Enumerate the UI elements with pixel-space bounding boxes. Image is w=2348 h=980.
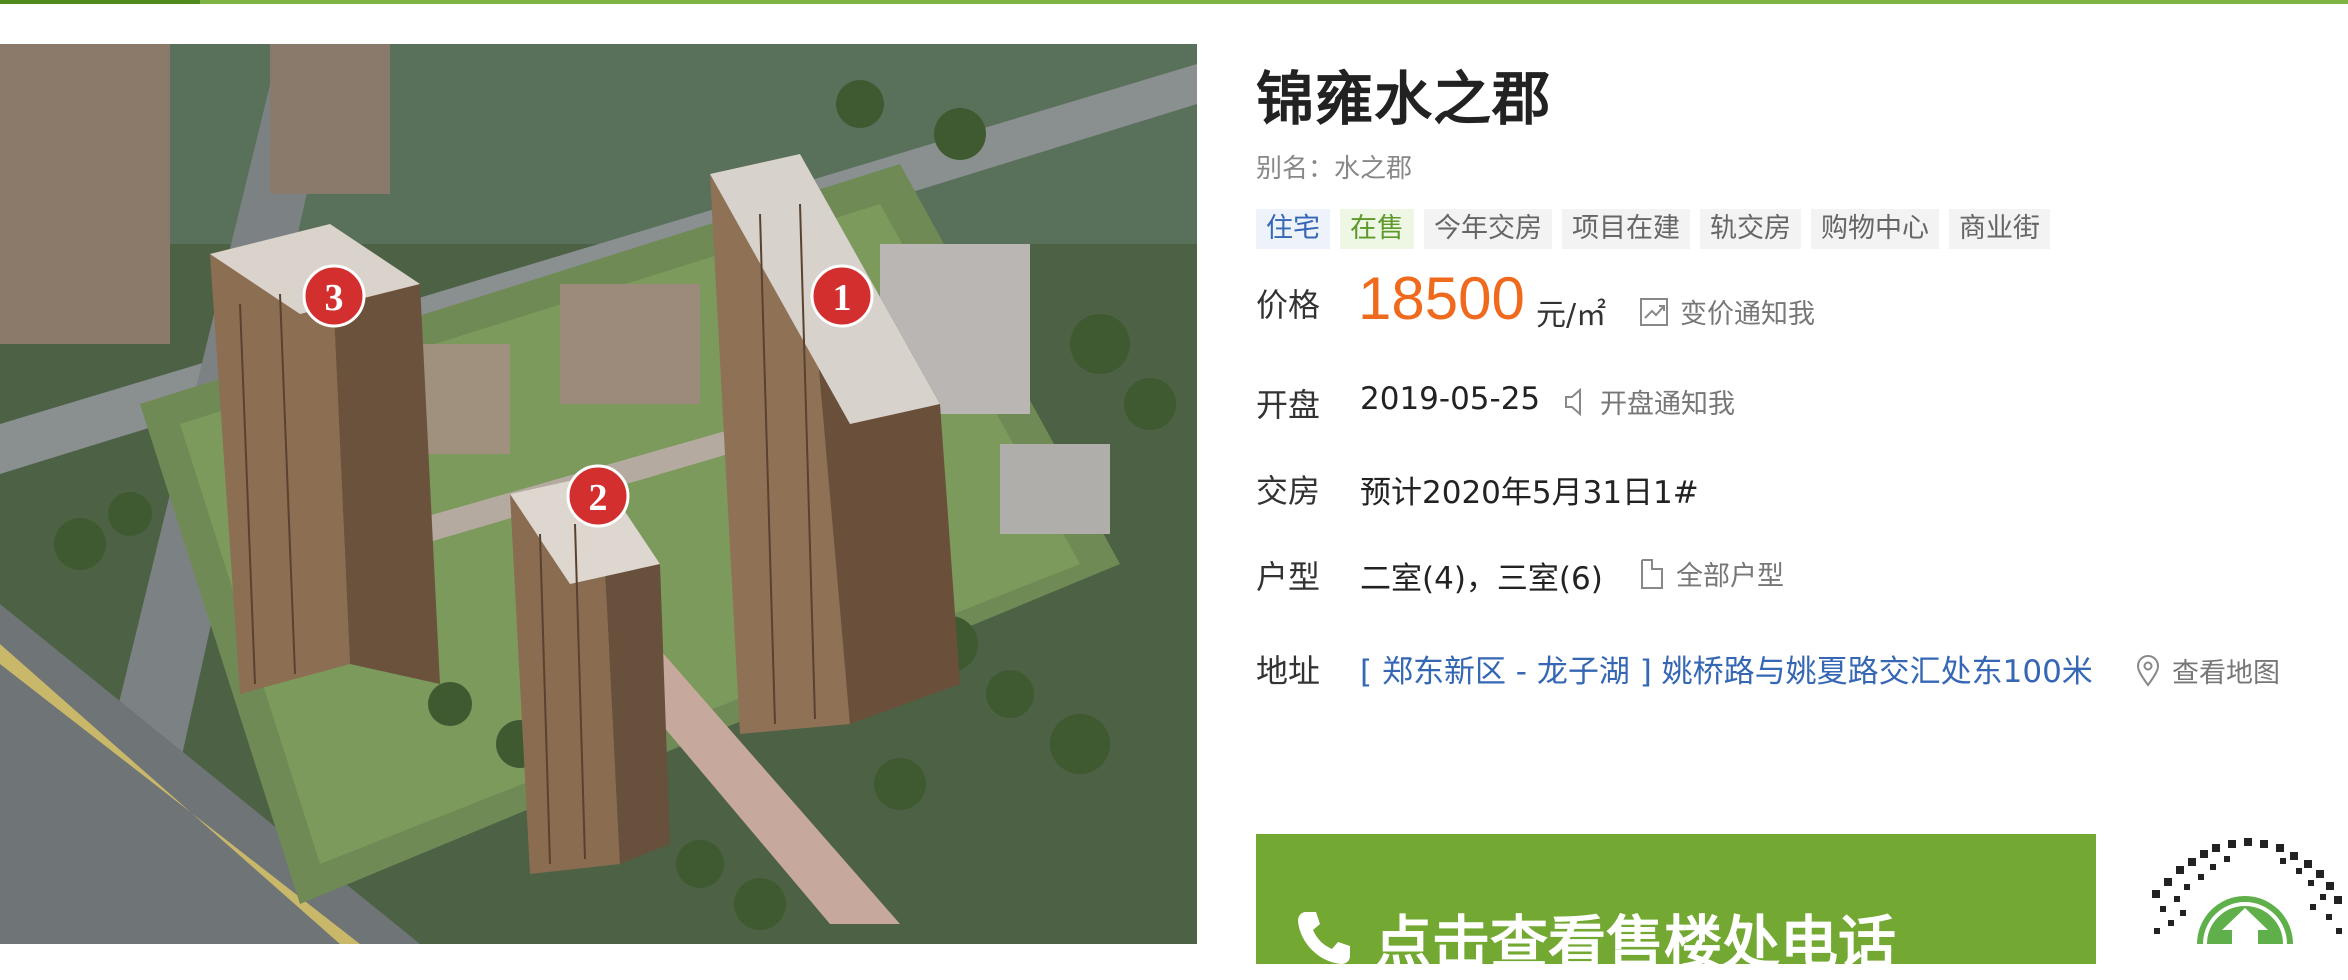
tag-delivery-this-year: 今年交房 xyxy=(1424,209,1552,249)
delivery-label: 交房 xyxy=(1256,472,1321,510)
tag-under-construction: 项目在建 xyxy=(1562,209,1690,249)
tag-commercial-street: 商业街 xyxy=(1949,209,2050,249)
tag-metro: 轨交房 xyxy=(1700,209,1801,249)
cta-label: 点击查看售楼处电话 xyxy=(1374,909,1897,977)
tower-marker-2: 2 xyxy=(566,464,630,528)
project-tags: 住宅 在售 今年交房 项目在建 轨交房 购物中心 商业街 xyxy=(1256,209,2050,249)
map-pin-icon xyxy=(2136,654,2160,687)
speaker-icon xyxy=(1565,387,1581,416)
opening-notify-link[interactable]: 开盘通知我 xyxy=(1562,382,1735,421)
svg-text:2: 2 xyxy=(589,477,608,519)
price-notify-text: 变价通知我 xyxy=(1680,299,1815,330)
aerial-rendering: 3 1 2 xyxy=(0,44,1197,944)
address-label: 地址 xyxy=(1256,652,1321,690)
price-value: 18500 xyxy=(1358,265,1525,332)
price-label: 价格 xyxy=(1256,286,1321,324)
delivery-value: 预计2020年5月31日1# xyxy=(1360,475,1699,511)
svg-text:1: 1 xyxy=(833,277,852,319)
floorplan-icon xyxy=(1641,558,1663,589)
trend-chart-icon xyxy=(1640,297,1668,326)
layout-value: 二室(4)，三室(6) xyxy=(1360,561,1603,597)
view-map-text: 查看地图 xyxy=(2172,658,2280,689)
svg-text:3: 3 xyxy=(325,277,344,319)
view-sales-phone-button[interactable]: 点击查看售楼处电话 xyxy=(1256,834,2096,977)
top-accent-bar xyxy=(0,0,2348,4)
address-link[interactable]: [ 郑东新区 - 龙子湖 ] 姚桥路与姚夏路交汇处东100米 xyxy=(1360,646,2093,691)
view-map-link[interactable]: 查看地图 xyxy=(2134,651,2280,690)
project-title: 锦雍水之郡 xyxy=(1256,65,1552,133)
qr-code-graphic xyxy=(2140,830,2348,944)
top-accent-segment xyxy=(0,0,200,4)
all-layouts-text: 全部户型 xyxy=(1676,561,1784,592)
tower-marker-1: 1 xyxy=(810,264,874,328)
tower-marker-3: 3 xyxy=(302,264,366,328)
project-alias: 别名：水之郡 xyxy=(1256,154,1413,184)
all-layouts-link[interactable]: 全部户型 xyxy=(1638,554,1784,593)
opening-label: 开盘 xyxy=(1256,386,1321,424)
opening-date: 2019-05-25 xyxy=(1360,381,1541,417)
opening-notify-text: 开盘通知我 xyxy=(1600,389,1735,420)
layout-label: 户型 xyxy=(1256,558,1321,596)
phone-icon xyxy=(1298,912,1350,964)
price-unit: 元/㎡ xyxy=(1536,298,1607,333)
qr-code xyxy=(2140,830,2348,944)
tag-on-sale: 在售 xyxy=(1340,209,1414,249)
price-notify-link[interactable]: 变价通知我 xyxy=(1638,292,1815,331)
tag-shopping-center: 购物中心 xyxy=(1811,209,1939,249)
project-hero-image[interactable]: 3 1 2 xyxy=(0,44,1197,944)
tag-residential: 住宅 xyxy=(1256,209,1330,249)
